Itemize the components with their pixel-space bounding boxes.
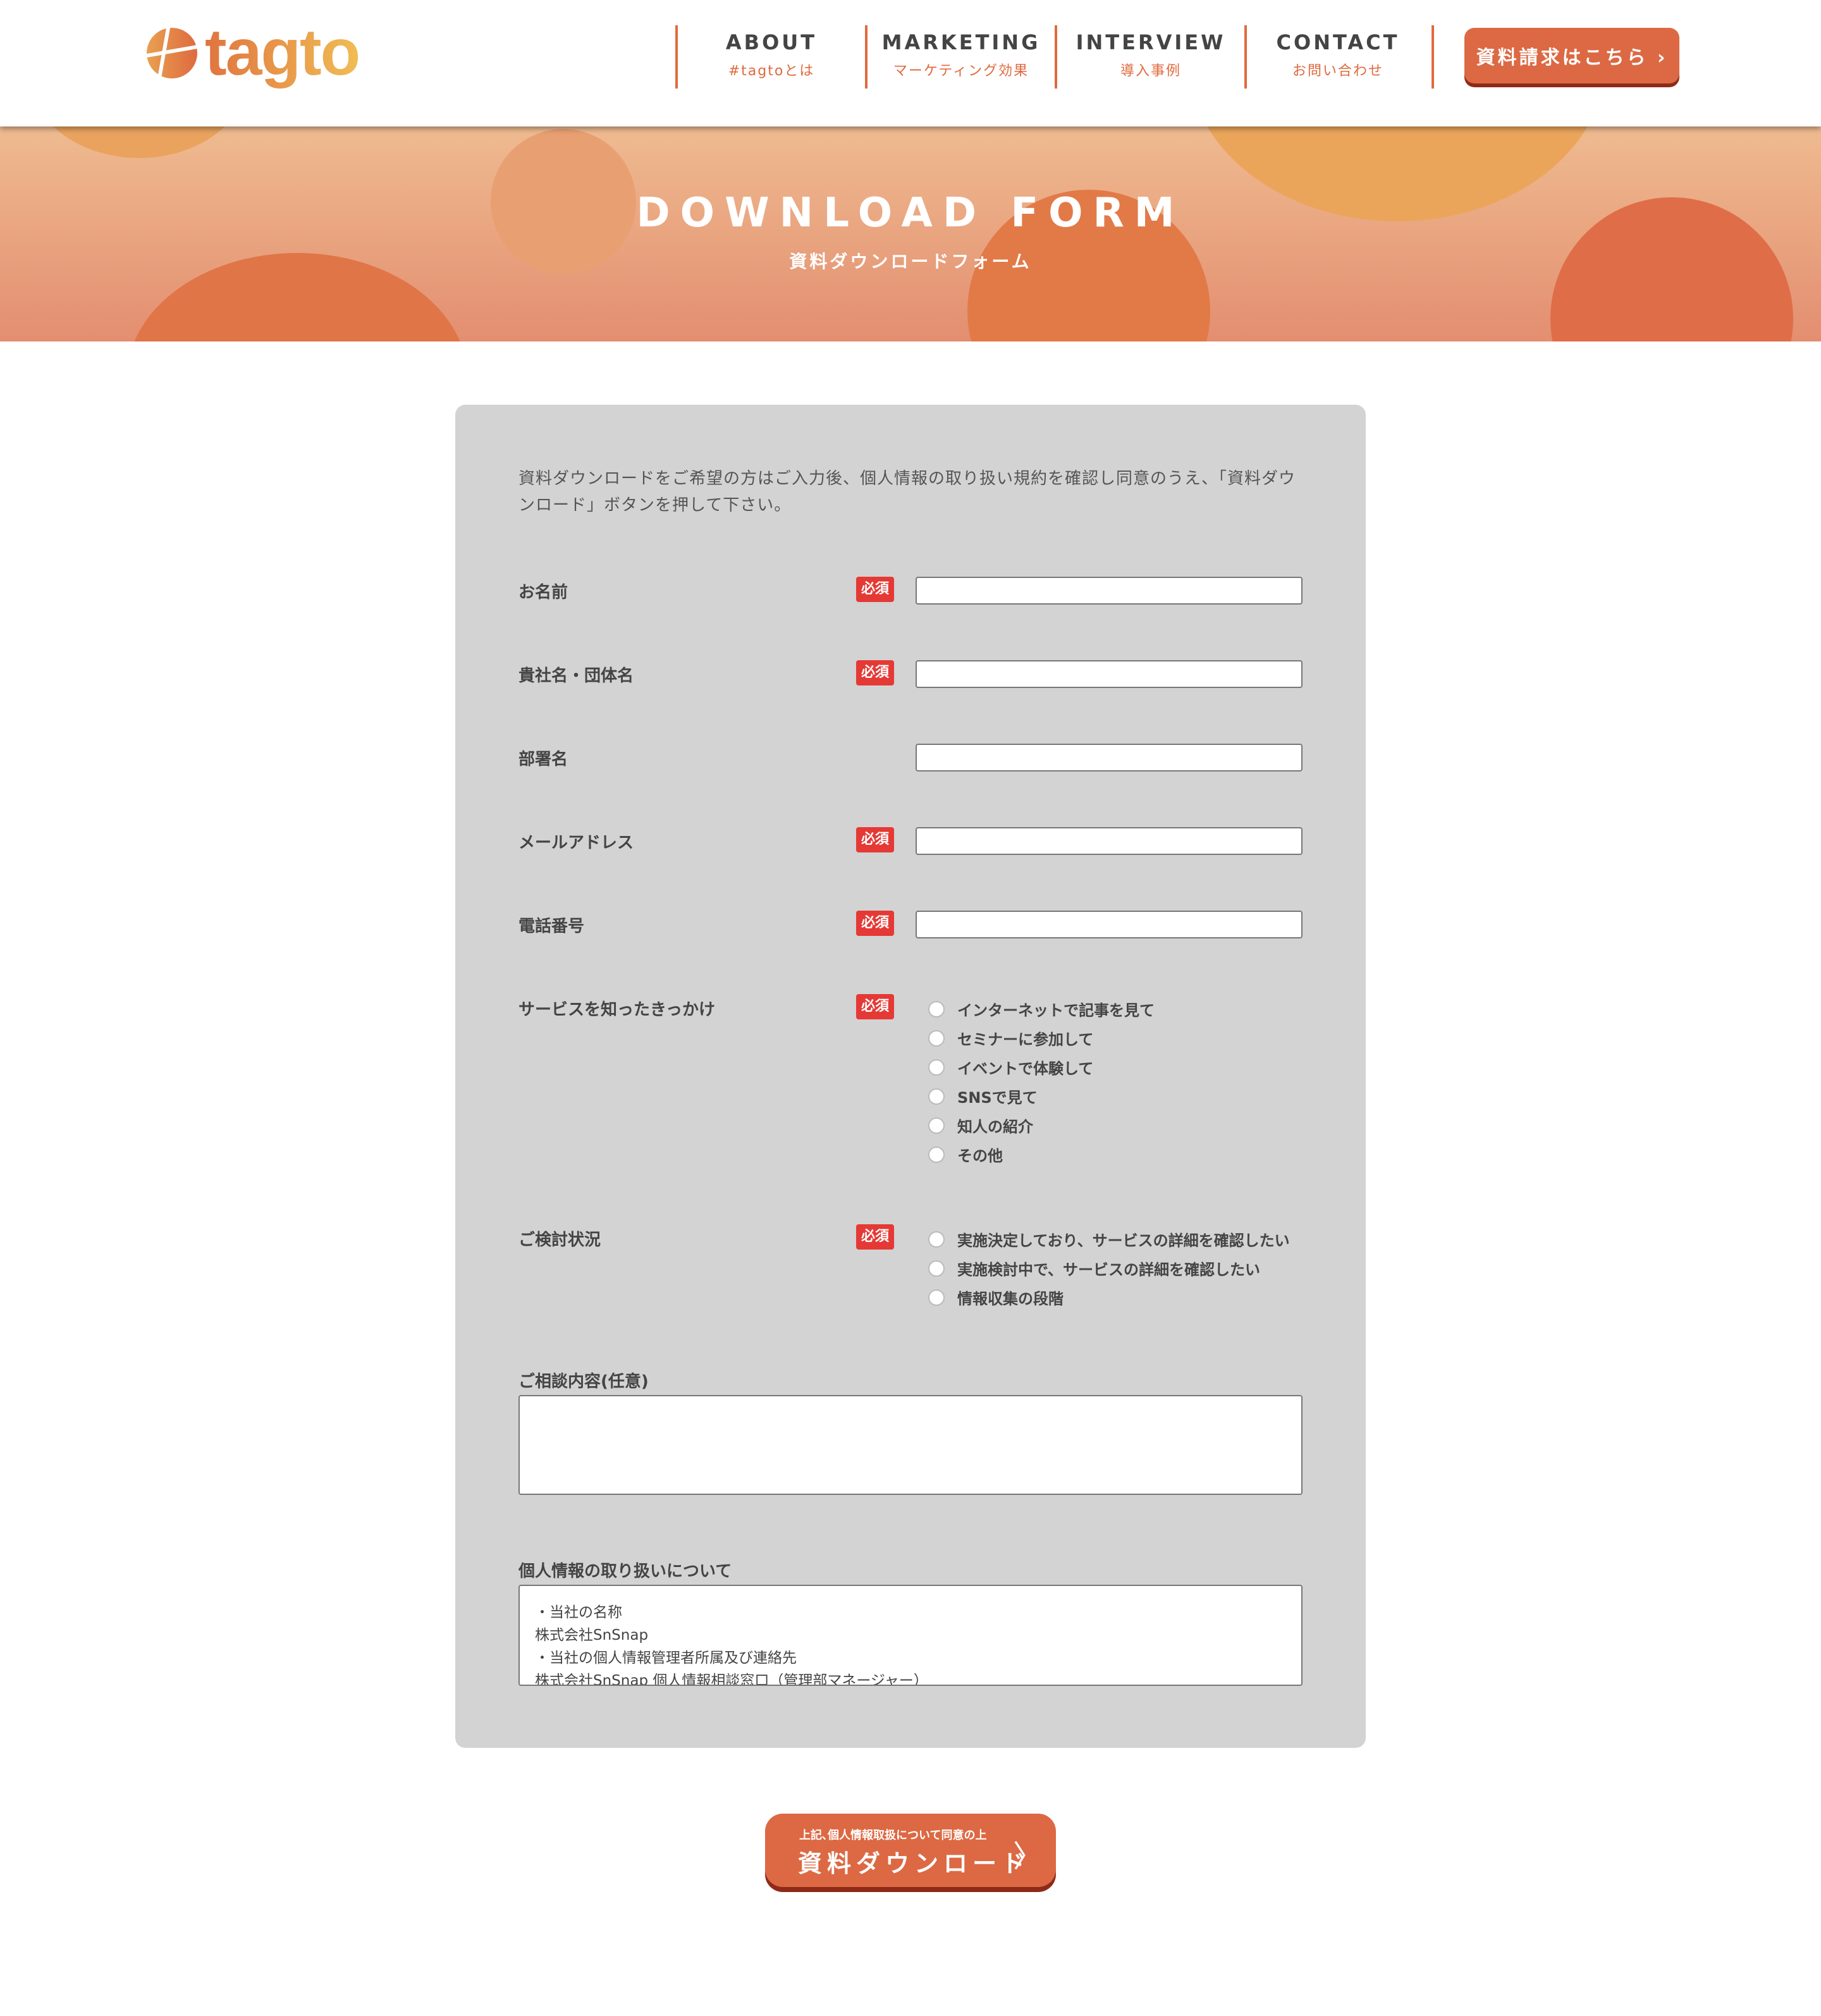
required-badge: 必須 [856, 994, 894, 1019]
consult-label: ご相談内容(任意) [518, 1372, 649, 1391]
form-intro: 資料ダウンロードをご希望の方はご入力後、個人情報の取り扱い規約を確認し同意のうえ… [518, 469, 1296, 515]
radio-icon[interactable] [928, 1146, 945, 1163]
required-badge: 必須 [856, 577, 894, 602]
nav-label: ABOUT [725, 30, 818, 54]
hero-banner: DOWNLOAD FORM 資料ダウンロードフォーム [0, 126, 1821, 341]
trigger-radio[interactable]: セミナーに参加して [928, 1027, 1093, 1049]
company-label: 貴社名・団体名 [518, 667, 634, 685]
consult-textarea[interactable] [518, 1395, 1303, 1495]
privacy-label: 個人情報の取り扱いについて [518, 1562, 732, 1581]
trigger-radio[interactable]: 知人の紹介 [928, 1114, 1033, 1136]
required-badge: 必須 [856, 827, 894, 852]
email-label: メールアドレス [518, 833, 634, 852]
trigger-radio[interactable]: イベントで体験して [928, 1056, 1093, 1078]
nav-divider [1432, 25, 1434, 89]
nav-marketing[interactable]: MARKETING マーケティング効果 [868, 30, 1055, 80]
trigger-radio[interactable]: その他 [928, 1143, 1003, 1165]
nav-about[interactable]: ABOUT #tagtoとは [678, 30, 865, 80]
status-radio[interactable]: 実施決定しており、サービスの詳細を確認したい [928, 1228, 1290, 1250]
status-label: ご検討状況 [518, 1231, 601, 1250]
request-docs-button[interactable]: 資料請求はこちら › [1464, 28, 1679, 83]
company-input[interactable] [916, 660, 1303, 688]
phone-input[interactable] [916, 911, 1303, 938]
download-button[interactable]: 上記､個人情報取扱について同意の上 資料ダウンロード 〉 [765, 1814, 1056, 1887]
radio-icon[interactable] [928, 1059, 945, 1076]
name-label: お名前 [518, 583, 568, 602]
privacy-line: 株式会社SnSnap 個人情報相談窓口（管理部マネージャー） [535, 1673, 928, 1686]
email-input[interactable] [916, 827, 1303, 855]
nav-sublabel: #tagtoとは [728, 63, 815, 79]
radio-icon[interactable] [928, 1030, 945, 1047]
required-badge: 必須 [856, 911, 894, 936]
radio-icon[interactable] [928, 1231, 945, 1248]
privacy-line: 株式会社SnSnap [535, 1627, 649, 1644]
trigger-label: サービスを知ったきっかけ [518, 1000, 715, 1019]
privacy-line: ・当社の名称 [535, 1604, 622, 1621]
decor-circle [25, 126, 253, 158]
hero-title: DOWNLOAD FORM [636, 190, 1185, 237]
hero-subtitle: 資料ダウンロードフォーム [789, 251, 1032, 272]
nav-label: MARKETING [881, 30, 1041, 54]
nav-label: INTERVIEW [1076, 30, 1226, 54]
site-header: tagto ABOUT #tagtoとは MARKETING マーケティング効果 I… [0, 0, 1821, 126]
nav-sublabel: 導入事例 [1120, 63, 1181, 79]
radio-icon[interactable] [928, 1088, 945, 1105]
name-input[interactable] [916, 577, 1303, 605]
trigger-radio[interactable]: インターネットで記事を見て [928, 998, 1155, 1020]
download-button-label: 資料ダウンロード [798, 1850, 1031, 1878]
phone-label: 電話番号 [518, 917, 585, 936]
radio-icon[interactable] [928, 1117, 945, 1134]
nav-sublabel: お問い合わせ [1292, 63, 1383, 79]
radio-icon[interactable] [928, 1260, 945, 1277]
status-radio[interactable]: 実施検討中で、サービスの詳細を確認したい [928, 1257, 1260, 1279]
download-button-sublabel: 上記､個人情報取扱について同意の上 [799, 1829, 987, 1842]
trigger-radio[interactable]: SNSで見て [928, 1085, 1038, 1107]
logo-mark-icon [147, 27, 197, 78]
nav-sublabel: マーケティング効果 [893, 63, 1029, 79]
required-badge: 必須 [856, 660, 894, 685]
radio-icon[interactable] [928, 1000, 945, 1017]
department-label: 部署名 [518, 750, 568, 769]
logo[interactable]: tagto [147, 15, 360, 90]
nav-label: CONTACT [1276, 30, 1400, 54]
privacy-line: ・当社の個人情報管理者所属及び連絡先 [535, 1650, 797, 1666]
status-radio[interactable]: 情報収集の段階 [928, 1286, 1064, 1308]
radio-icon[interactable] [928, 1289, 945, 1306]
department-input[interactable] [916, 744, 1303, 771]
nav-interview[interactable]: INTERVIEW 導入事例 [1057, 30, 1244, 80]
nav-contact[interactable]: CONTACT お問い合わせ [1244, 30, 1432, 80]
form-panel [455, 405, 1366, 1748]
privacy-policy-box[interactable]: ・当社の名称 株式会社SnSnap ・当社の個人情報管理者所属及び連絡先 株式会… [518, 1585, 1303, 1686]
chevron-right-icon: 〉 [1012, 1839, 1043, 1874]
required-badge: 必須 [856, 1224, 894, 1250]
